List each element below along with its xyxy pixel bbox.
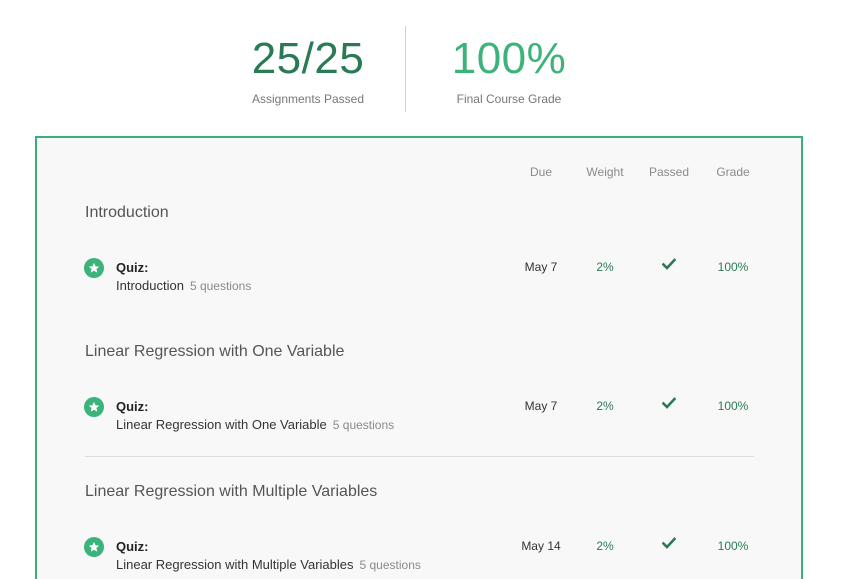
- checkmark-icon: [634, 537, 704, 552]
- grade-value: 100%: [717, 260, 749, 274]
- section-title: Linear Regression with One Variable: [85, 343, 345, 360]
- weight-value: 2%: [596, 539, 614, 553]
- checkmark-icon: [634, 397, 704, 412]
- assignment-name-line: Linear Regression with One Variable 5 que…: [116, 416, 394, 434]
- section-title: Linear Regression with Multiple Variable…: [85, 483, 378, 500]
- assignments-passed-label: Assignments Passed: [251, 92, 365, 106]
- question-count: 5 questions: [332, 418, 395, 432]
- grade-summary: 25/25 Assignments Passed 100% Final Cour…: [0, 0, 848, 130]
- column-header-grade: Grade: [716, 165, 750, 179]
- final-grade-label: Final Course Grade: [456, 92, 562, 106]
- assignments-passed-stat: 25/25 Assignments Passed: [208, 34, 408, 106]
- checkmark-icon: [634, 258, 704, 273]
- question-count: 5 questions: [359, 558, 421, 572]
- due-date: May 7: [524, 260, 558, 274]
- section-title: Introduction: [85, 204, 169, 221]
- column-header-passed: Passed: [648, 165, 690, 179]
- question-count: 5 questions: [189, 279, 252, 293]
- weight-value: 2%: [596, 399, 614, 413]
- assignment-row: Quiz: Linear Regression with One Variabl…: [37, 396, 801, 436]
- grade-value: 100%: [717, 539, 749, 553]
- summary-divider: [405, 26, 406, 112]
- column-header-due: Due: [529, 165, 552, 179]
- grade-value: 100%: [717, 399, 749, 413]
- grades-page: 25/25 Assignments Passed 100% Final Cour…: [0, 0, 848, 579]
- due-date: May 7: [524, 399, 558, 413]
- column-header-weight: Weight: [586, 165, 624, 179]
- final-grade-stat: 100% Final Course Grade: [409, 34, 609, 106]
- assignment-type: Quiz:: [116, 539, 149, 554]
- due-date: May 14: [521, 539, 561, 553]
- assignment-type: Quiz:: [116, 260, 149, 275]
- final-grade-value: 100%: [451, 34, 567, 83]
- assignment-name-line: Linear Regression with Multiple Variable…: [116, 556, 421, 574]
- weight-value: 2%: [596, 260, 614, 274]
- section-divider: [85, 456, 754, 457]
- assignment-link[interactable]: Introduction: [116, 278, 184, 293]
- assignments-passed-value: 25/25: [251, 34, 365, 83]
- star-icon: [84, 258, 104, 278]
- column-headers: Due Weight Passed Grade: [37, 165, 801, 181]
- grades-panel: Due Weight Passed Grade Introduction Qui…: [35, 136, 803, 579]
- assignment-link[interactable]: Linear Regression with Multiple Variable…: [116, 557, 354, 572]
- assignment-row: Quiz: Introduction 5 questions May 7 2% 1…: [37, 257, 801, 297]
- star-icon: [84, 537, 104, 557]
- assignment-link[interactable]: Linear Regression with One Variable: [116, 417, 327, 432]
- assignment-name-line: Introduction 5 questions: [116, 277, 251, 295]
- assignment-type: Quiz:: [116, 399, 149, 414]
- assignment-row: Quiz: Linear Regression with Multiple Va…: [37, 536, 801, 576]
- star-icon: [84, 397, 104, 417]
